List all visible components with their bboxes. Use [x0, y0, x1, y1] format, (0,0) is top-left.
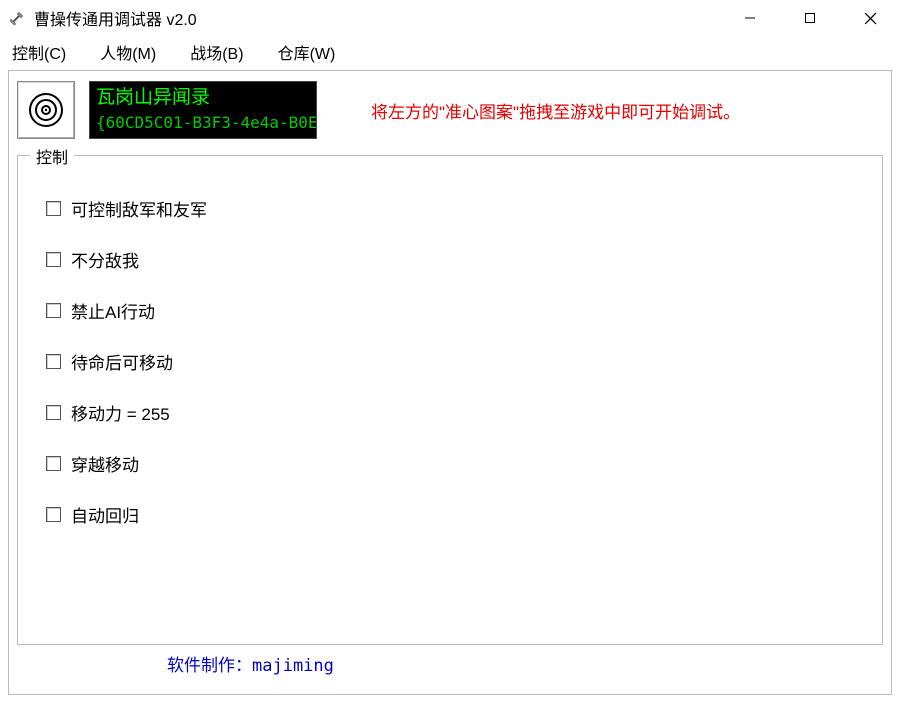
checkbox-icon [46, 303, 61, 318]
control-groupbox: 控制 可控制敌军和友军 不分敌我 禁止AI行动 待命后可移动 移动力 = 255 [17, 155, 883, 645]
groupbox-legend: 控制 [30, 144, 74, 168]
checkbox-icon [46, 201, 61, 216]
menu-control[interactable]: 控制(C) [6, 38, 72, 66]
hint-text: 将左方的"准心图案"拖拽至游戏中即可开始调试。 [371, 98, 740, 123]
game-name: 瓦岗山异闻录 [96, 84, 310, 110]
checkbox-icon [46, 354, 61, 369]
check-label: 穿越移动 [71, 451, 139, 476]
titlebar: 曹操传通用调试器 v2.0 [0, 0, 900, 36]
check-auto-return[interactable]: 自动回归 [46, 502, 862, 527]
top-row: 瓦岗山异闻录 {60CD5C01-B3F3-4e4a-B0E9-6D 将左方的"… [17, 81, 883, 139]
check-label: 不分敌我 [71, 247, 139, 272]
check-movement-255[interactable]: 移动力 = 255 [46, 400, 862, 425]
check-disable-ai[interactable]: 禁止AI行动 [46, 298, 862, 323]
window-title: 曹操传通用调试器 v2.0 [34, 6, 720, 30]
crosshair-drag-target[interactable] [17, 81, 75, 139]
window-controls [720, 0, 900, 36]
checklist: 可控制敌军和友军 不分敌我 禁止AI行动 待命后可移动 移动力 = 255 穿越… [46, 196, 862, 527]
menu-character[interactable]: 人物(M) [94, 38, 162, 66]
content-panel: 瓦岗山异闻录 {60CD5C01-B3F3-4e4a-B0E9-6D 将左方的"… [8, 70, 892, 695]
checkbox-icon [46, 252, 61, 267]
check-label: 自动回归 [71, 502, 139, 527]
checkbox-icon [46, 405, 61, 420]
menu-battlefield[interactable]: 战场(B) [184, 38, 249, 66]
app-icon [8, 9, 26, 27]
game-info-panel: 瓦岗山异闻录 {60CD5C01-B3F3-4e4a-B0E9-6D [89, 81, 317, 139]
minimize-button[interactable] [720, 0, 780, 36]
check-no-faction[interactable]: 不分敌我 [46, 247, 862, 272]
maximize-button[interactable] [780, 0, 840, 36]
check-label: 移动力 = 255 [71, 400, 170, 425]
checkbox-icon [46, 507, 61, 522]
check-move-after-standby[interactable]: 待命后可移动 [46, 349, 862, 374]
check-label: 禁止AI行动 [71, 298, 155, 323]
menu-warehouse[interactable]: 仓库(W) [272, 38, 342, 66]
check-label: 可控制敌军和友军 [71, 196, 207, 221]
check-control-enemy-ally[interactable]: 可控制敌军和友军 [46, 196, 862, 221]
crosshair-icon [26, 90, 66, 130]
game-guid: {60CD5C01-B3F3-4e4a-B0E9-6D [96, 110, 310, 136]
check-label: 待命后可移动 [71, 349, 173, 374]
check-pass-through[interactable]: 穿越移动 [46, 451, 862, 476]
close-button[interactable] [840, 0, 900, 36]
checkbox-icon [46, 456, 61, 471]
footer-credit: 软件制作：majiming [167, 651, 883, 676]
menubar: 控制(C) 人物(M) 战场(B) 仓库(W) [0, 36, 900, 68]
